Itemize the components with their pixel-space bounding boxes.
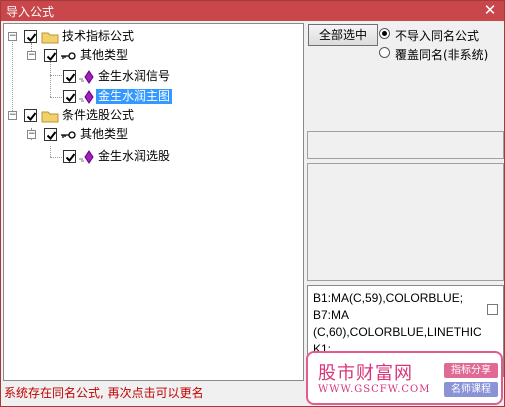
radio-button[interactable] [379,28,390,39]
tree-node-formula[interactable]: 金生水润信号 [4,68,204,86]
checkbox[interactable] [63,90,76,103]
tree-node-other-types[interactable]: − 其他类型 [4,126,204,144]
checkbox[interactable] [63,70,76,83]
radio-label: 不导入同名公式 [395,29,480,43]
diamond-icon [79,70,94,84]
brand-tag: 名师课程 [444,382,498,397]
status-message: 系统存在同名公式, 再次点击可以更名 [4,386,204,400]
tree-node-label: 技术指标公式 [62,29,135,43]
tree-node-formula[interactable]: 金生水润主图 [4,88,204,106]
key-icon [61,131,76,139]
collapse-icon[interactable]: − [27,130,36,139]
tree-node-label: 条件选股公式 [62,108,135,122]
collapse-icon[interactable]: − [8,111,17,120]
tree-node-label: 金生水润选股 [98,149,171,163]
brand-title: 股市财富网 [318,363,413,384]
formula-code-text: B1:MA(C,59),COLORBLUE; B7:MA (C,60),COLO… [313,290,483,358]
code-line: (C,60),COLORBLUE,LINETHIC [313,325,482,339]
info-field [307,131,504,159]
options-panel: 全部选中 不导入同名公式 覆盖同名(非系统) B1:MA(C,59),COLOR… [307,23,504,406]
tree-node-other-types[interactable]: − 其他类型 [4,47,204,65]
title-bar[interactable]: 导入公式 ✕ [1,1,504,21]
import-formula-dialog: 导入公式 ✕ − 技术指标公式 − 其他类型 金生水润信号 金生水润主图 − 条… [0,0,505,407]
tree-node-label: 其他类型 [80,127,129,141]
tree-node-stock-screening[interactable]: − 条件选股公式 [4,107,204,125]
close-icon[interactable]: ✕ [482,2,498,18]
folder-icon [41,111,59,123]
window-title: 导入公式 [6,5,55,19]
brand-url: WWW.GSCFW.COM [318,384,431,395]
checkbox[interactable] [24,30,37,43]
folder-icon [41,32,59,44]
collapse-icon[interactable]: − [27,51,36,60]
radio-button[interactable] [379,47,390,58]
checkbox[interactable] [63,150,76,163]
collapse-icon[interactable]: − [8,32,17,41]
radio-label: 覆盖同名(非系统) [395,48,489,62]
description-area [307,163,504,281]
tree-node-tech-indicators[interactable]: − 技术指标公式 [4,28,204,46]
radio-overwrite[interactable]: 覆盖同名(非系统) [379,45,503,62]
tree-node-label: 其他类型 [80,48,129,62]
formula-tree[interactable]: − 技术指标公式 − 其他类型 金生水润信号 金生水润主图 − 条件选股公式 −… [3,23,304,381]
diamond-icon [79,90,94,104]
code-line: B7:MA [313,308,350,322]
checkbox[interactable] [44,128,57,141]
radio-no-import[interactable]: 不导入同名公式 [379,26,499,43]
tree-node-formula[interactable]: 金生水润选股 [4,148,204,166]
diamond-icon [79,150,94,164]
code-line: B1:MA(C,59),COLORBLUE; [313,291,464,305]
brand-tag: 指标分享 [444,363,498,378]
brand-watermark: 股市财富网 WWW.GSCFW.COM 指标分享 名师课程 [306,351,503,405]
select-all-button[interactable]: 全部选中 [308,24,378,46]
wrap-checkbox[interactable] [487,304,498,315]
checkbox[interactable] [44,49,57,62]
checkbox[interactable] [24,109,37,122]
tree-node-label: 金生水润信号 [98,69,171,83]
tree-node-label-selected: 金生水润主图 [96,89,173,104]
key-icon [61,52,76,60]
